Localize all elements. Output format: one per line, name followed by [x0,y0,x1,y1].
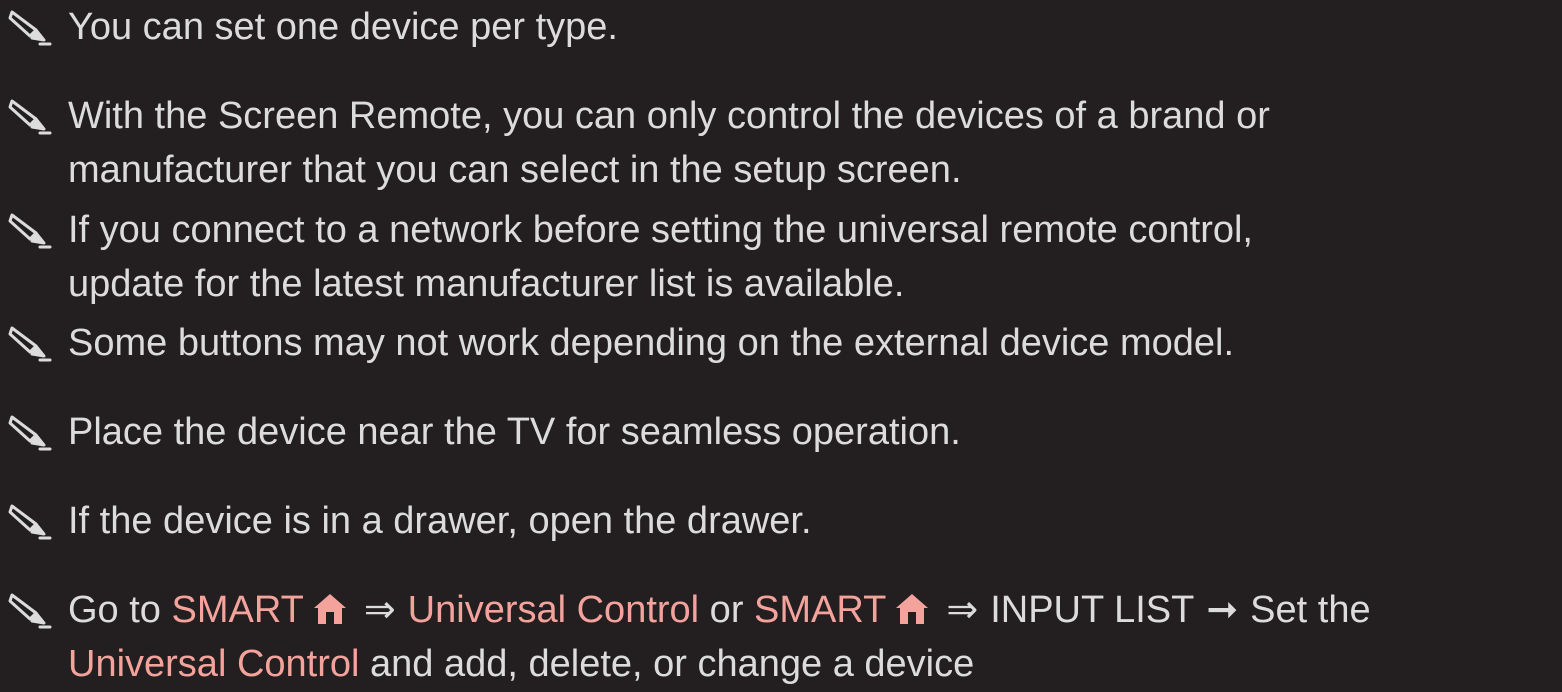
pencil-note-icon [6,411,52,451]
pencil-note-icon [6,6,52,46]
go-to-text: Go to [68,589,172,631]
notes-list: You can set one device per type. With th… [0,0,1562,692]
note-text: Place the device near the TV for seamles… [68,411,961,453]
universal-control-menu-link: Universal Control [407,589,700,631]
set-the-text: Set the [1250,589,1371,631]
note-text: With the Screen Remote, you can only con… [68,95,1270,191]
smart-menu-link: SMART [171,589,304,631]
home-icon [312,592,348,626]
pencil-note-icon [6,209,52,249]
pencil-note-icon [6,500,52,540]
pencil-note-icon [6,95,52,135]
double-arrow-icon: ⇒ [363,589,396,631]
or-text: or [699,589,755,631]
smart-menu-link: SMART [754,589,887,631]
note-text: Some buttons may not work depending on t… [68,322,1235,364]
navigation-note-text: Go to SMART ⇒ Universal Control or SMART ⇒ I… [68,583,1548,691]
pencil-note-icon [6,589,52,629]
note-text: If the device is in a drawer, open the d… [68,500,812,542]
home-icon [894,592,930,626]
input-list-text: INPUT LIST [990,589,1195,631]
note-text: If you connect to a network before setti… [68,209,1253,305]
double-arrow-icon: ⇒ [946,589,979,631]
universal-control-menu-link: Universal Control [68,643,360,685]
right-arrow-icon: ➞ [1206,589,1239,631]
pencil-note-icon [6,322,52,362]
note-text: You can set one device per type. [68,6,618,48]
note-tail-text: and add, delete, or change a device [359,643,975,685]
